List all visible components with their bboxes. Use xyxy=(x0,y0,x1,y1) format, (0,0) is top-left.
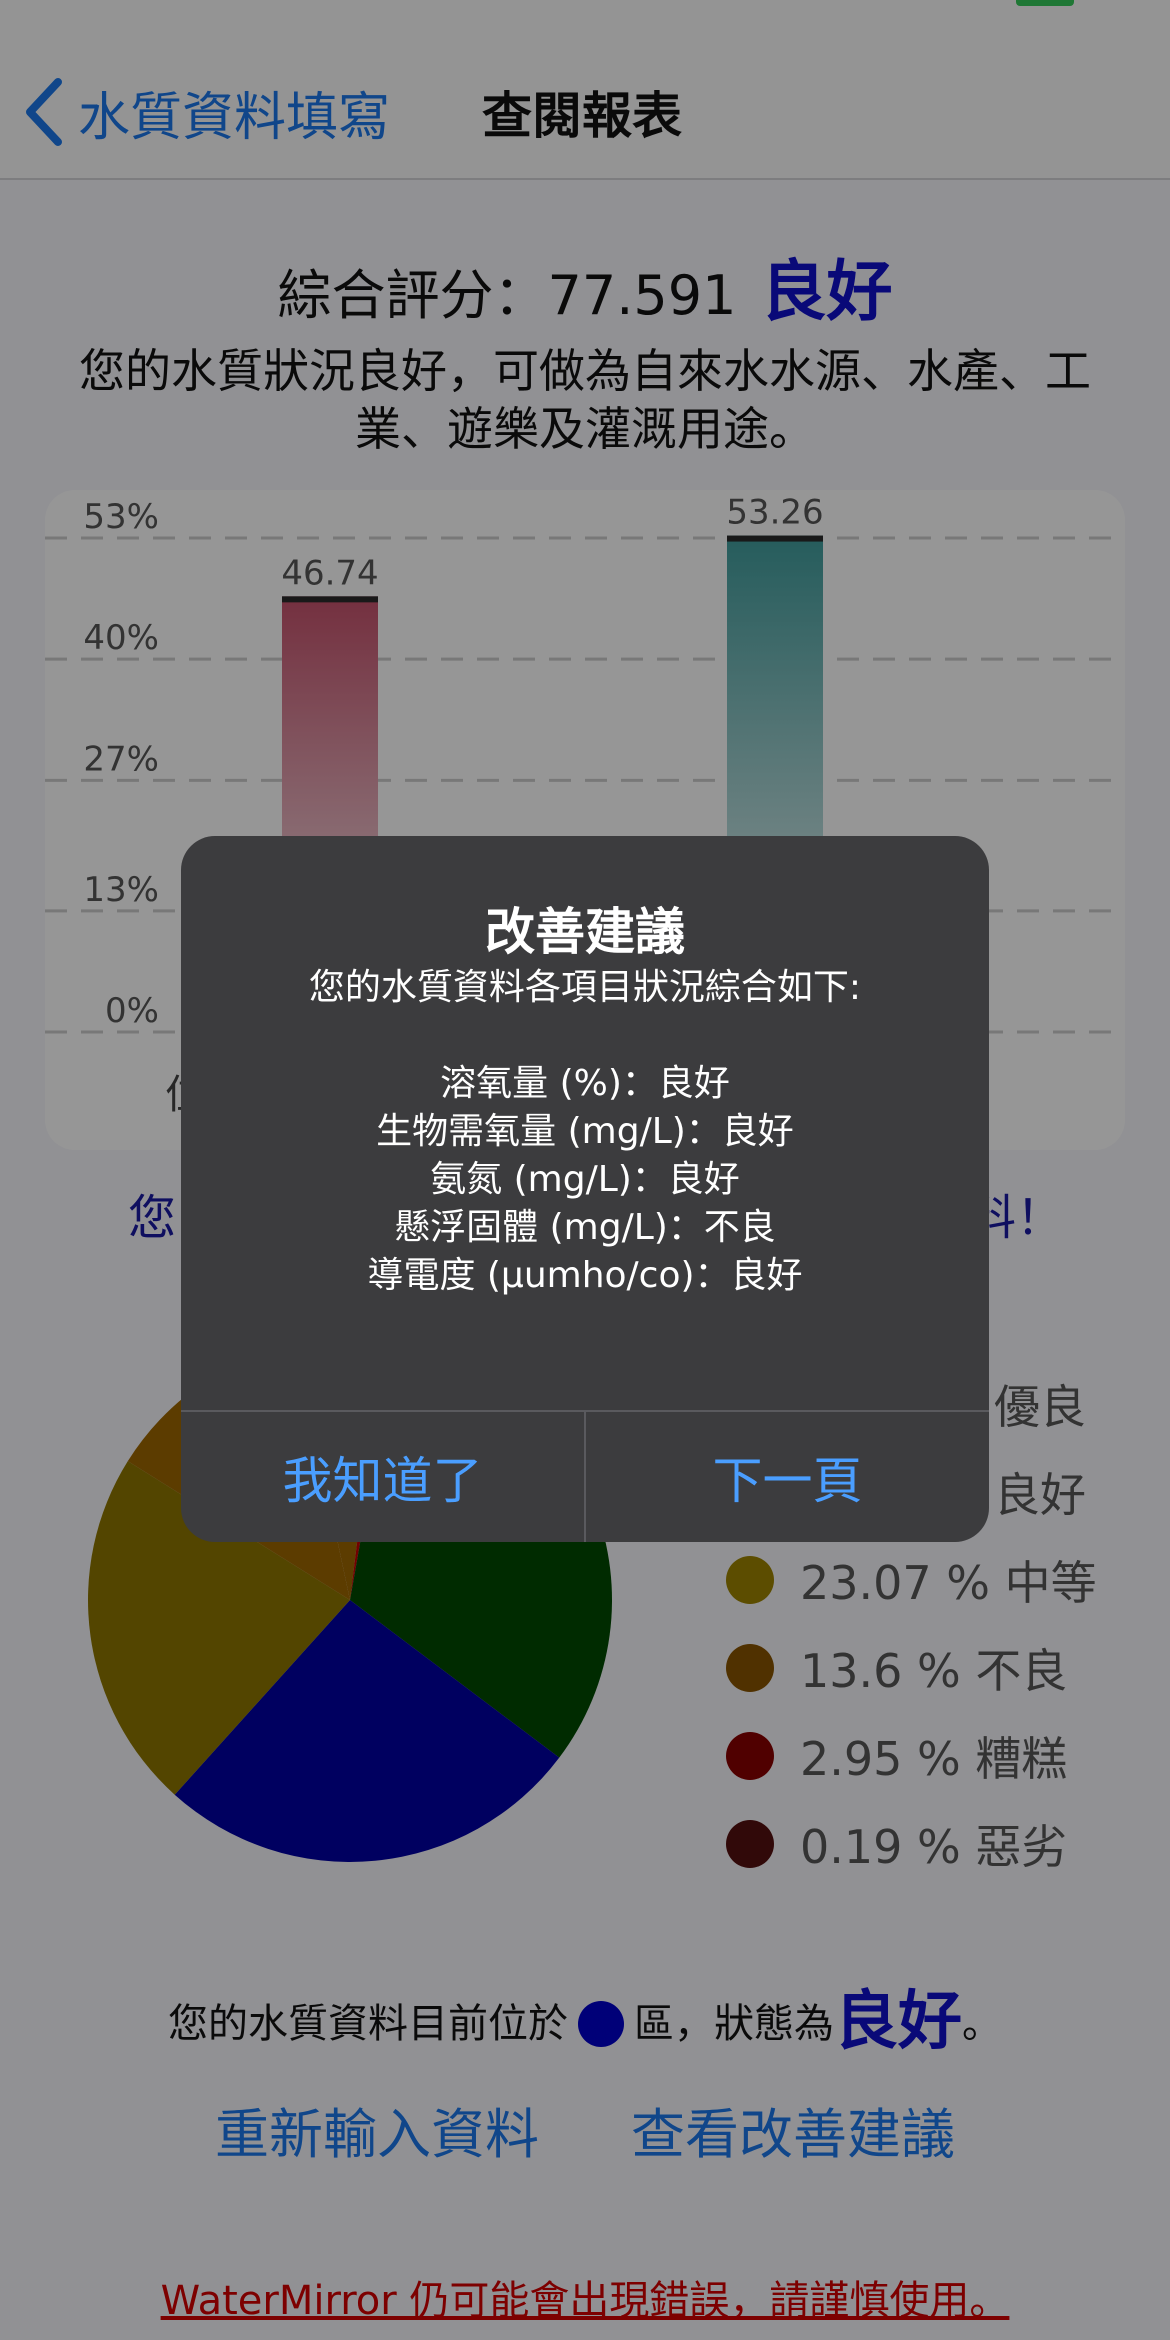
alert-intro: 您的水質資料各項目狀況綜合如下: xyxy=(308,967,862,1008)
alert-item: 氨氮 (mg/L)：良好 xyxy=(430,1159,740,1200)
alert-item: 溶氧量 (%)：良好 xyxy=(440,1063,730,1104)
alert-item: 導電度 (µumho/co)：良好 xyxy=(367,1255,803,1296)
improvement-suggestion-alert: 改善建議 您的水質資料各項目狀況綜合如下: 溶氧量 (%)：良好 生物需氧量 (… xyxy=(181,836,989,1542)
alert-message: 您的水質資料各項目狀況綜合如下: 溶氧量 (%)：良好 生物需氧量 (mg/L)… xyxy=(181,964,989,1300)
alert-title: 改善建議 xyxy=(485,903,685,961)
alert-next-page-button[interactable]: 下一頁 xyxy=(586,1412,989,1542)
alert-spacer xyxy=(181,1012,989,1060)
alert-item: 懸浮固體 (mg/L)：不良 xyxy=(394,1207,776,1248)
alert-item: 生物需氧量 (mg/L)：良好 xyxy=(376,1111,794,1152)
alert-ok-button[interactable]: 我知道了 xyxy=(181,1412,584,1542)
